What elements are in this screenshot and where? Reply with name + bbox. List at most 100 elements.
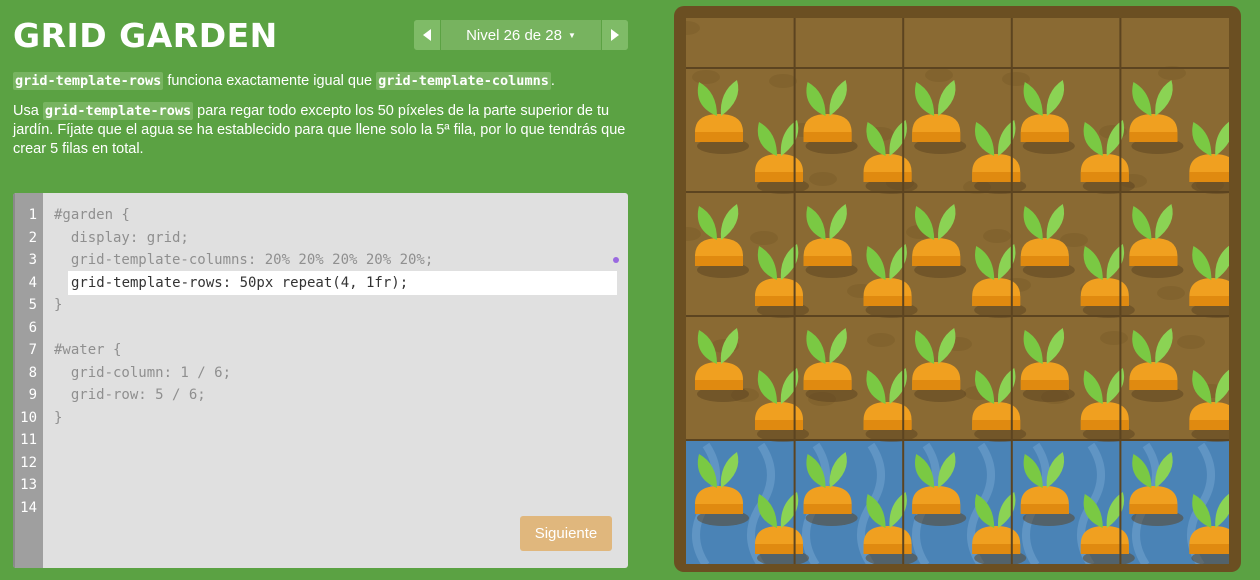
line-number: 8 [28, 364, 37, 381]
carrot-base [912, 256, 961, 266]
dirt-spot [925, 68, 953, 82]
line-numbers: 1 2 3 4 5 6 7 8 9 10 11 12 13 14 [13, 204, 37, 519]
level-navigator: Nivel 26 de 28 ▼ [414, 20, 628, 50]
line-number: 4 [28, 274, 37, 291]
carrot-base [755, 296, 803, 306]
carrot-base [1129, 380, 1178, 390]
chevron-left-icon [423, 29, 431, 41]
line-number: 9 [28, 387, 37, 403]
carrot-base [803, 504, 852, 514]
code-line: grid-template-columns: 20% 20% 20% 20% 2… [54, 252, 434, 268]
instruction-text: . [550, 73, 555, 89]
line-number: 7 [28, 342, 37, 358]
carrot-base [1020, 132, 1069, 142]
carrot-base [755, 172, 803, 182]
carrot-base [1020, 256, 1069, 266]
carrot-base [803, 380, 852, 390]
code-text: #garden { display: grid; grid-template-c… [54, 204, 618, 519]
line-gutter: 1 2 3 4 5 6 7 8 9 10 11 12 13 14 [13, 193, 43, 568]
cursor-indicator [613, 257, 619, 263]
carrot-base [972, 544, 1021, 554]
carrot-base [972, 296, 1021, 306]
line-number: 12 [20, 454, 37, 471]
carrot-base [1080, 544, 1129, 554]
garden-frame [674, 6, 1241, 572]
dirt-spot [750, 231, 778, 245]
dirt-spot [1157, 286, 1185, 300]
line-number: 1 [28, 207, 37, 223]
carrot-base [755, 420, 803, 430]
carrot-base [1080, 420, 1129, 430]
code-line: grid-row: 5 / 6; [54, 387, 206, 403]
instructions: grid-template-rows funciona exactamente … [13, 72, 628, 170]
line-number: 11 [20, 432, 37, 448]
carrot-base [695, 380, 743, 390]
carrot-base [1189, 544, 1229, 554]
carrot-base [695, 256, 743, 266]
dirt-spot [983, 229, 1011, 243]
css-editor: 1 2 3 4 5 6 7 8 9 10 11 12 13 14 #garden { display: g… [13, 193, 628, 568]
line-number: 2 [28, 229, 37, 246]
carrot-base [972, 172, 1021, 182]
code-line: display: grid; [54, 229, 189, 246]
css-answer-input[interactable] [68, 271, 617, 295]
code-line: } [54, 409, 63, 426]
dirt-spot [1177, 335, 1205, 349]
carrot-base [1189, 420, 1229, 430]
line-number: 14 [20, 499, 37, 516]
instruction-text: funciona exactamente igual que [163, 73, 377, 89]
garden-grid [686, 18, 1229, 564]
dirt-spot [769, 74, 797, 88]
code-term: grid-template-columns [376, 72, 551, 90]
carrot-base [803, 256, 852, 266]
code-line: grid-column: 1 / 6; [54, 364, 232, 381]
carrot-base [912, 380, 961, 390]
carrot-base [1189, 172, 1229, 182]
line-number: 5 [28, 297, 37, 313]
carrot-base [1080, 172, 1129, 182]
carrot-base [755, 544, 803, 554]
garden [686, 18, 1229, 564]
carrot-base [695, 504, 743, 514]
caret-down-icon: ▼ [567, 30, 576, 40]
carrot-base [1129, 504, 1178, 514]
next-button[interactable]: Siguiente [520, 516, 612, 551]
line-number: 3 [28, 252, 37, 268]
instruction-paragraph-2: Usa grid-template-rows para regar todo e… [13, 102, 628, 159]
prev-level-button[interactable] [414, 20, 441, 50]
next-level-button[interactable] [601, 20, 628, 50]
carrot-base [863, 172, 912, 182]
code-line: #garden { [54, 207, 130, 223]
carrot-base [803, 132, 852, 142]
code-term: grid-template-rows [42, 102, 194, 120]
dirt-spot [809, 172, 837, 186]
carrot-base [863, 544, 912, 554]
carrot-base [1129, 132, 1178, 142]
carrot-base [1129, 256, 1178, 266]
level-dropdown[interactable]: Nivel 26 de 28 ▼ [441, 20, 601, 50]
dirt-spot [692, 70, 720, 84]
chevron-right-icon [611, 29, 619, 41]
carrot-base [972, 420, 1021, 430]
carrot-base [1020, 504, 1069, 514]
carrot-base [912, 504, 961, 514]
dirt-spot [1100, 331, 1128, 345]
carrot-base [863, 420, 912, 430]
line-number: 10 [20, 409, 37, 426]
code-term: grid-template-rows [13, 72, 164, 90]
carrot-base [1020, 380, 1069, 390]
level-label: Nivel 26 de 28 [466, 26, 562, 44]
code-line: #water { [54, 342, 122, 358]
dirt-spot [867, 333, 895, 347]
carrot-base [695, 132, 743, 142]
code-line: } [54, 297, 63, 313]
game-title: GRID GARDEN [13, 16, 278, 55]
instruction-paragraph-1: grid-template-rows funciona exactamente … [13, 72, 628, 91]
carrot-base [863, 296, 912, 306]
line-number: 6 [28, 319, 37, 336]
instruction-text: Usa [13, 103, 43, 119]
